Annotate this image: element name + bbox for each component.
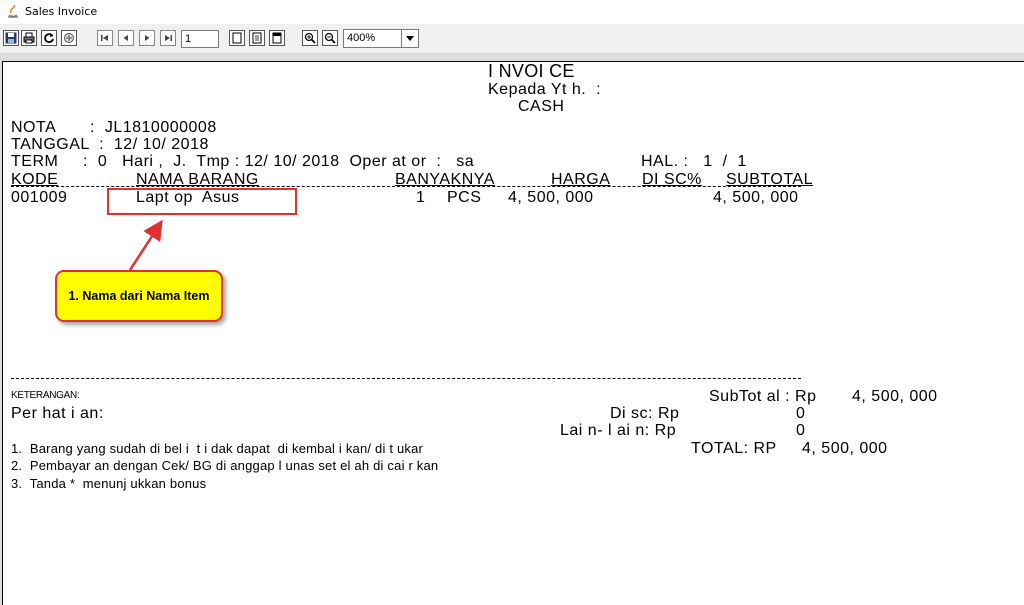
zoom-out-icon[interactable] (322, 30, 338, 46)
save-icon[interactable] (3, 30, 19, 46)
page-number-input[interactable] (181, 30, 219, 48)
nota-line: NOTA : JL1810000008 (11, 119, 217, 136)
subtotal-label: SubTot al : Rp (709, 388, 817, 405)
zoom-in-icon[interactable] (302, 30, 318, 46)
prev-page-icon[interactable] (118, 30, 134, 46)
single-page-icon[interactable] (229, 30, 245, 46)
java-app-icon (6, 5, 20, 19)
report-viewer[interactable]: I NVOI CE Kepada Yt h. : CASH NOTA : JL1… (0, 54, 1024, 605)
item-harga: 4, 500, 000 (508, 189, 594, 206)
perhatian-label: Per hat i an: (11, 405, 104, 422)
annotation-callout: 1. Nama dari Nama Item (55, 270, 223, 322)
window-title: Sales Invoice (25, 5, 98, 18)
invoice-title: I NVOI CE (488, 61, 575, 81)
header-divider (11, 186, 801, 187)
item-unit: PCS (447, 189, 482, 206)
next-page-icon[interactable] (139, 30, 155, 46)
report-page: I NVOI CE Kepada Yt h. : CASH NOTA : JL1… (2, 61, 1024, 605)
refresh-icon[interactable] (41, 30, 57, 46)
item-kode: 001009 (11, 189, 68, 206)
window-title-bar: Sales Invoice (0, 0, 1024, 24)
tanggal-line: TANGGAL : 12/ 10/ 2018 (11, 136, 209, 153)
page-indicator: HAL. : 1 / 1 (641, 153, 747, 170)
highlight-box (107, 188, 297, 215)
keterangan-label: KETERANGAN: (11, 390, 80, 401)
total-label: TOTAL: RP (691, 440, 777, 457)
zoom-value: 400% (347, 32, 376, 44)
export-icon[interactable] (61, 30, 77, 46)
item-subtotal: 4, 500, 000 (713, 189, 799, 206)
print-icon[interactable] (21, 30, 37, 46)
chevron-down-icon[interactable] (401, 30, 418, 47)
note-2: 2. Pembayar an dengan Cek/ BG di anggap … (11, 458, 439, 473)
disc-value: 0 (796, 405, 806, 422)
note-3: 3. Tanda * menunj ukkan bonus (11, 476, 207, 491)
zoom-select[interactable]: 400% (343, 29, 419, 48)
last-page-icon[interactable] (160, 30, 176, 46)
note-1: 1. Barang yang sudah di bel i t i dak da… (11, 441, 424, 456)
disc-label: Di sc: Rp (610, 405, 680, 422)
report-toolbar: 400% (0, 24, 1024, 54)
item-qty: 1 (416, 189, 426, 206)
lain-lain-value: 0 (796, 422, 806, 439)
fit-width-icon[interactable] (269, 30, 285, 46)
term-line: TERM : 0 Hari , J. Tmp : 12/ 10/ 2018 Op… (11, 153, 475, 170)
customer-name: CASH (518, 98, 565, 115)
footer-divider (11, 378, 801, 379)
first-page-icon[interactable] (97, 30, 113, 46)
subtotal-value: 4, 500, 000 (852, 388, 938, 405)
facing-page-icon[interactable] (249, 30, 265, 46)
total-value: 4, 500, 000 (802, 440, 888, 457)
lain-lain-label: Lai n- l ai n: Rp (560, 422, 677, 439)
kepada-label: Kepada Yt h. : (488, 81, 602, 98)
